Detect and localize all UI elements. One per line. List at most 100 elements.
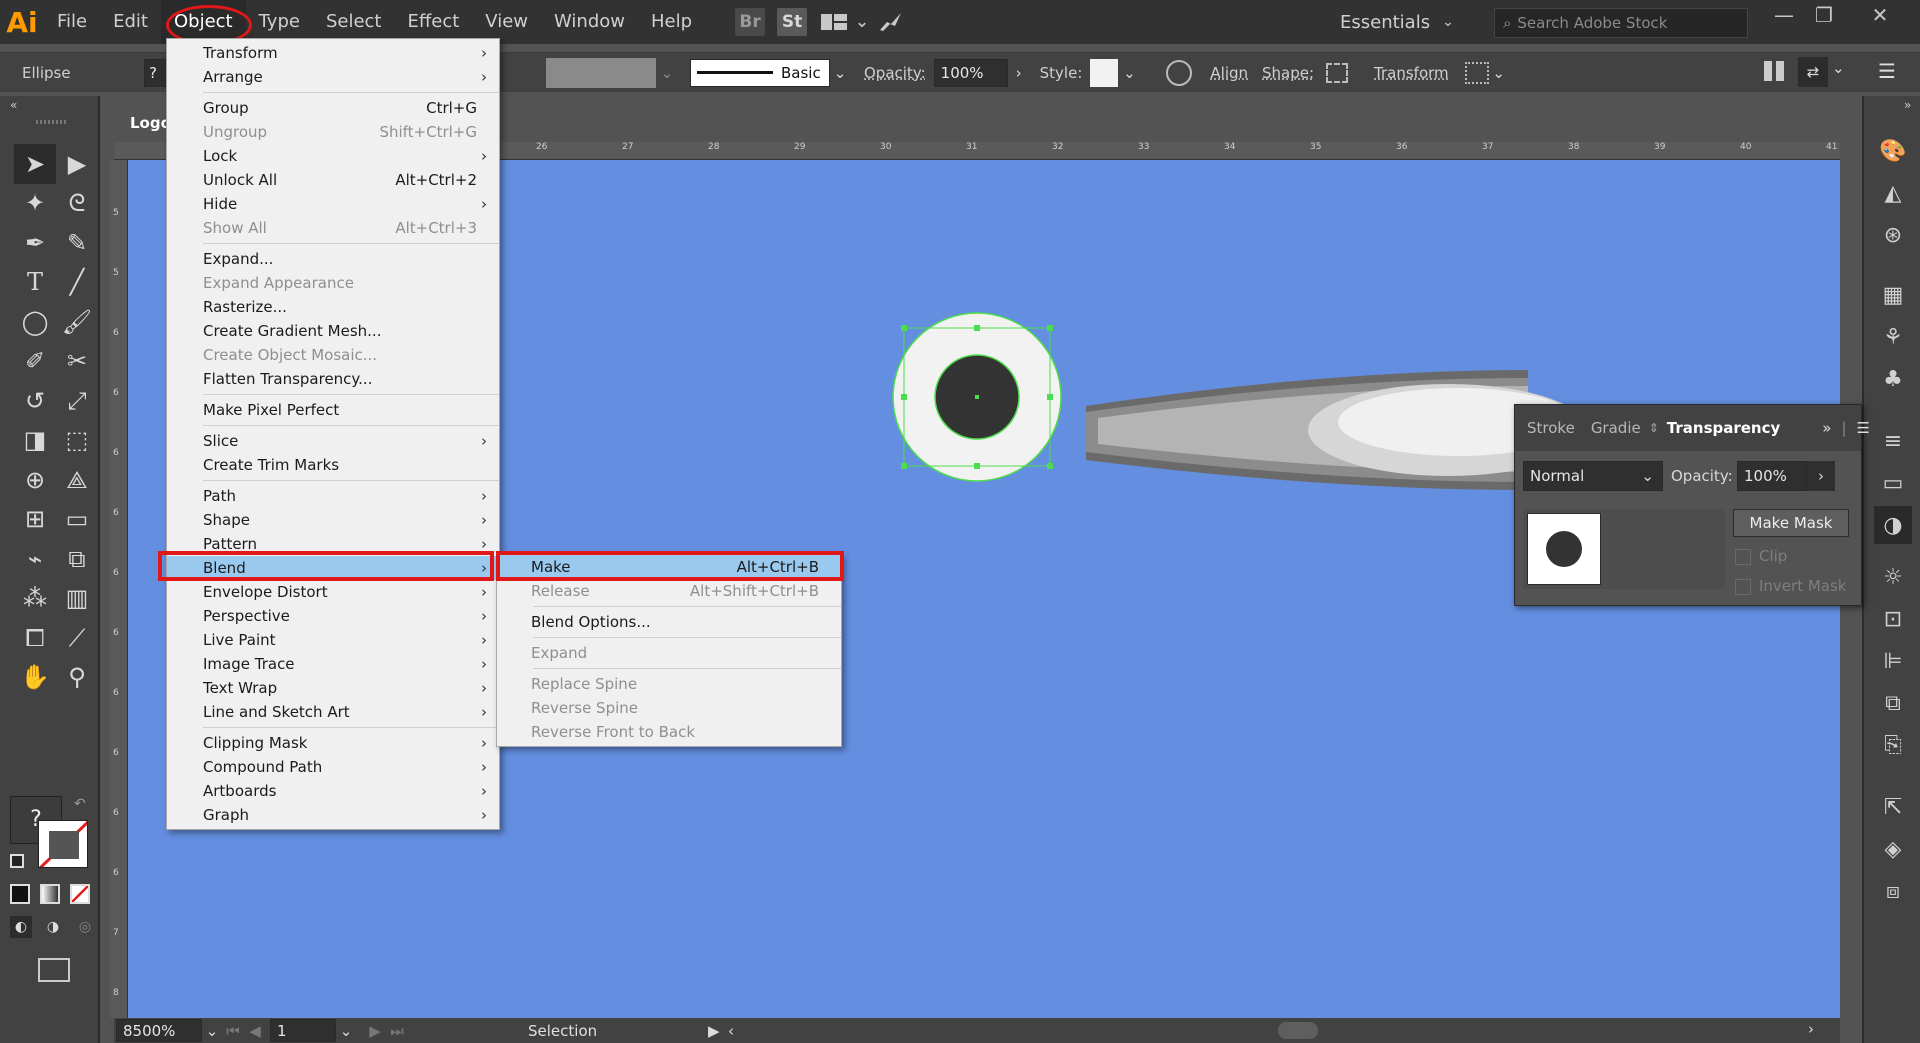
menu-item-expand[interactable]: Expand... [167,247,499,271]
chevron-down-icon[interactable]: ⌄ [1489,64,1509,82]
style-swatch[interactable] [1090,58,1119,87]
workspace-switcher[interactable]: Essentials ⌄ [1340,0,1454,44]
stroke-none-swatch[interactable] [38,820,88,868]
layers-icon[interactable]: ◈ [1878,834,1908,864]
arrange-documents-icon[interactable] [819,8,849,36]
none-icon[interactable] [70,884,90,904]
fill-unknown-swatch[interactable]: ? [144,58,166,87]
menu-item-artboards[interactable]: Artboards › [167,779,499,803]
direct-selection-tool-icon[interactable]: ▶ [56,144,98,184]
expand-panels-icon[interactable]: » [1904,98,1911,112]
blend-item-make[interactable]: Make Alt+Ctrl+B [497,555,841,579]
gradient-tool-icon[interactable]: ▭ [56,500,98,540]
export-icon[interactable]: ⇱ [1878,792,1908,822]
menu-item-unlock-all[interactable]: Unlock All Alt+Ctrl+2 [167,168,499,192]
draw-normal-icon[interactable]: ◐ [10,916,32,938]
chevron-down-icon[interactable]: ⌄ [855,8,869,36]
align-grid-icon[interactable] [1764,61,1784,81]
opacity-input[interactable]: 100% [1737,461,1807,491]
object-thumbnail[interactable] [1527,513,1601,585]
chevron-down-icon[interactable]: ⌄ [1118,64,1140,82]
links-icon[interactable]: ⧈ [1878,876,1908,906]
blend-mode-select[interactable]: Normal ⌄ [1523,461,1663,491]
gradient-icon[interactable] [40,884,60,904]
swap-fill-stroke-icon[interactable]: ↶ [74,796,86,812]
first-artboard-icon[interactable]: ⏮ [222,1022,244,1040]
menu-item-text-wrap[interactable]: Text Wrap › [167,676,499,700]
panel-menu-icon[interactable]: ☰ [1857,419,1870,437]
menu-item-lock[interactable]: Lock › [167,144,499,168]
color-themes-icon[interactable]: ⊛ [1878,220,1908,250]
last-artboard-icon[interactable]: ⏭ [386,1022,408,1040]
paintbrush-tool-icon[interactable]: 🖌 [56,302,98,342]
menu-item-shape[interactable]: Shape › [167,508,499,532]
opacity-input[interactable]: 100% [933,58,1008,87]
stroke-weight-field[interactable] [546,57,656,88]
artboard-tool-icon[interactable]: ⧠ [14,618,56,658]
menu-item-group[interactable]: Group Ctrl+G [167,96,499,120]
menu-item-transform[interactable]: Transform › [167,41,499,65]
stroke-profile-select[interactable]: Basic [690,58,830,87]
pen-tool-icon[interactable]: ✒ [14,223,56,263]
blend-tool-icon[interactable]: ⧉ [56,539,98,579]
chevron-right-icon[interactable]: › [1008,64,1030,82]
menu-item-compound-path[interactable]: Compound Path › [167,755,499,779]
color-panel-icon[interactable]: 🎨 [1878,136,1908,166]
stroke-panel-icon[interactable]: ≡ [1878,426,1908,456]
menu-item-live-paint[interactable]: Live Paint › [167,628,499,652]
color-guide-icon[interactable]: ◭ [1878,178,1908,208]
invert-mask-checkbox-row[interactable]: Invert Mask [1735,577,1847,595]
rotate-tool-icon[interactable]: ↺ [14,381,56,421]
appearance-icon[interactable]: ☼ [1878,562,1908,592]
slice-tool-icon[interactable]: ⟋ [56,618,98,658]
opacity-slider-arrow-icon[interactable]: › [1807,461,1835,491]
swatches-icon[interactable]: ▦ [1878,280,1908,310]
chevron-down-icon[interactable]: ⌄ [336,1022,356,1040]
chevron-down-icon[interactable]: ⌄ [656,64,678,82]
collapse-panel-icon[interactable]: » [1822,419,1831,437]
gradient-panel-icon[interactable]: ▭ [1878,468,1908,498]
zoom-tool-icon[interactable]: ⚲ [56,658,98,698]
clip-checkbox-row[interactable]: Clip [1735,547,1787,565]
menu-item-path[interactable]: Path › [167,484,499,508]
menu-item-graph[interactable]: Graph › [167,803,499,827]
menu-edit[interactable]: Edit [100,0,161,44]
isolate-icon[interactable] [1464,61,1489,84]
align-panel-icon[interactable]: ⊫ [1878,646,1908,676]
shape-bounds-icon[interactable] [1326,62,1349,83]
symbol-sprayer-tool-icon[interactable]: ⁂ [14,579,56,619]
line-tool-icon[interactable]: ╱ [56,263,98,303]
selection-tool-icon[interactable]: ➤ [14,144,56,184]
ellipse-tool-icon[interactable]: ◯ [14,302,56,342]
mesh-tool-icon[interactable]: ⊞ [14,500,56,540]
make-mask-button[interactable]: Make Mask [1733,509,1849,537]
tab-gradient[interactable]: Gradie [1583,419,1649,437]
bridge-icon[interactable]: Br [735,8,766,36]
free-transform-tool-icon[interactable]: ⬚ [56,421,98,461]
tab-stroke[interactable]: Stroke [1519,419,1583,437]
restore-icon[interactable]: ❐ [1804,0,1844,30]
invert-mask-checkbox[interactable] [1735,578,1751,595]
fill-stroke-widget[interactable]: ? ↶ [10,796,94,876]
menu-lines-icon[interactable]: ☰ [1878,59,1896,83]
menu-item-slice[interactable]: Slice › [167,429,499,453]
menu-item-hide[interactable]: Hide › [167,192,499,216]
menu-item-flatten-transparency[interactable]: Flatten Transparency... [167,367,499,391]
lasso-tool-icon[interactable]: ᘓ [56,184,98,224]
menu-item-pattern[interactable]: Pattern › [167,532,499,556]
tab-transparency[interactable]: Transparency [1659,419,1789,437]
clip-checkbox[interactable] [1735,548,1751,565]
stock-icon[interactable]: St [777,8,808,36]
menu-item-make-pixel-perfect[interactable]: Make Pixel Perfect [167,398,499,422]
default-colors-icon[interactable] [10,854,24,868]
scissors-tool-icon[interactable]: ✂ [56,342,98,382]
minimize-icon[interactable]: — [1764,0,1804,30]
previous-artboard-icon[interactable]: ◀ [244,1022,266,1040]
type-tool-icon[interactable]: T [14,263,56,303]
gpu-performance-icon[interactable] [875,8,905,36]
curvature-tool-icon[interactable]: ✎ [56,223,98,263]
menu-item-create-gradient-mesh[interactable]: Create Gradient Mesh... [167,319,499,343]
menu-item-perspective[interactable]: Perspective › [167,604,499,628]
recolor-artwork-icon[interactable] [1166,59,1193,86]
menu-item-envelope-distort[interactable]: Envelope Distort › [167,580,499,604]
